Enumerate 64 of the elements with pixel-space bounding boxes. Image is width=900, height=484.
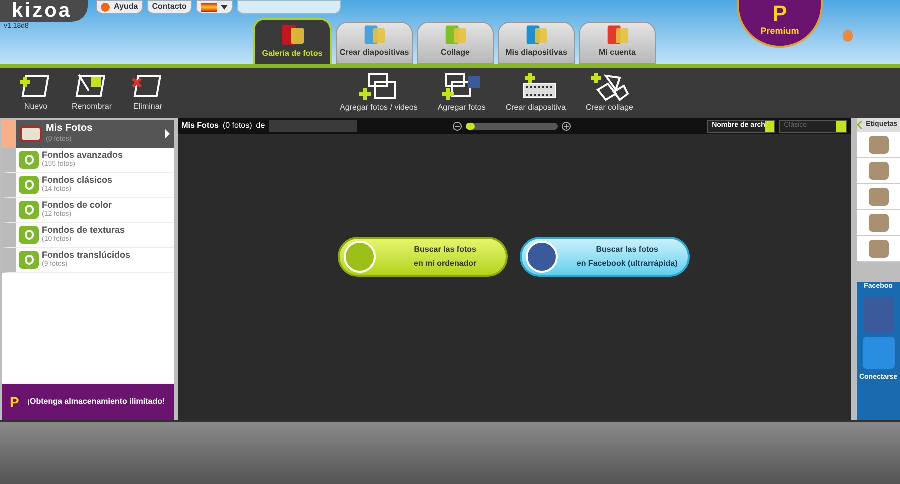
browse-photos-button[interactable]: Buscar las fotos en mi ordenador <box>338 237 508 277</box>
gallery-title: Mis Fotos <box>182 120 219 132</box>
collage-icon <box>590 72 630 102</box>
nav-tab[interactable]: Mis diapositivas <box>498 22 575 64</box>
folder-icon <box>19 151 39 169</box>
album-name: Fondos avanzados <box>42 150 124 160</box>
search-field[interactable] <box>236 0 341 14</box>
album-name: Fondos de texturas <box>42 225 126 236</box>
promo-text: ¡Obtenga almacenamiento ilimitado! <box>27 396 166 408</box>
nav-tab[interactable]: Galería de fotos <box>253 18 332 64</box>
premium-label: Premium <box>760 24 800 38</box>
promo-banner[interactable]: P ¡Obtenga almacenamiento ilimitado! <box>2 384 174 420</box>
zoom-out-icon <box>453 122 462 130</box>
zoom-slider[interactable] <box>466 122 558 130</box>
tag-button[interactable] <box>857 184 900 210</box>
add-photos-icon <box>358 72 399 102</box>
folder-icon <box>19 201 39 219</box>
nav-tab[interactable]: Mi cuenta <box>579 22 656 64</box>
tag-button[interactable] <box>857 132 900 158</box>
toolbar-button[interactable]: Renombrar <box>72 73 112 113</box>
caret-icon <box>765 120 774 132</box>
caret-icon <box>836 120 846 132</box>
browse-photos-button[interactable]: Buscar las fotos en Facebook (ultrarrápida) <box>520 237 690 277</box>
toolbar-button[interactable]: Agregar fotos <box>438 72 486 114</box>
toolbar-button[interactable]: Crear collage <box>586 72 634 114</box>
toolbar-button[interactable]: Crear diapositiva <box>506 72 566 114</box>
collapse-icon <box>857 121 862 129</box>
tag-icon <box>868 162 889 180</box>
tag-icon <box>868 240 889 258</box>
folder-icon <box>19 226 39 244</box>
header-link[interactable]: Ayuda <box>96 0 144 14</box>
nav-tab[interactable]: Crear diapositivas <box>336 22 413 64</box>
tag-icon <box>868 136 889 154</box>
premium-letter: P <box>10 392 20 412</box>
toolbar-button[interactable]: Eliminar <box>128 73 168 113</box>
album-name: Fondos clásicos <box>42 175 114 186</box>
nav-tab[interactable]: Collage <box>417 22 494 64</box>
arrow-right-icon <box>164 129 170 139</box>
add-facebook-photos-icon <box>442 72 482 102</box>
caret-icon <box>220 4 228 10</box>
folder-icon <box>19 251 39 269</box>
tag-icon <box>868 214 889 232</box>
gallery-count: (0 fotos) <box>222 120 252 132</box>
language-dropdown[interactable] <box>196 0 233 14</box>
toolbar-button[interactable]: Nuevo <box>16 73 56 113</box>
toolbar-button[interactable]: Agregar fotos / videos <box>340 72 418 114</box>
premium-badge[interactable]: P Premium <box>737 0 823 48</box>
balloon-icon <box>843 30 853 42</box>
zoom-in-icon <box>562 122 572 130</box>
photo-album-icon <box>20 126 42 142</box>
album-name: Fondos translúcidos <box>42 250 132 260</box>
spain-flag-icon <box>200 2 217 12</box>
header-link[interactable]: Contacto <box>147 0 192 14</box>
kizoa-logo[interactable]: kizoa <box>0 0 88 22</box>
tag-button[interactable] <box>857 158 900 184</box>
tag-button[interactable] <box>857 236 900 262</box>
tag-button[interactable] <box>857 210 900 236</box>
folder-icon <box>19 176 39 194</box>
premium-letter: P <box>772 2 788 24</box>
album-name: Mis Fotos <box>46 123 94 136</box>
album-name: Fondos de color <box>42 200 114 210</box>
tag-icon <box>868 188 889 206</box>
gallery-owner-label: de <box>256 120 266 132</box>
help-icon <box>101 2 110 12</box>
